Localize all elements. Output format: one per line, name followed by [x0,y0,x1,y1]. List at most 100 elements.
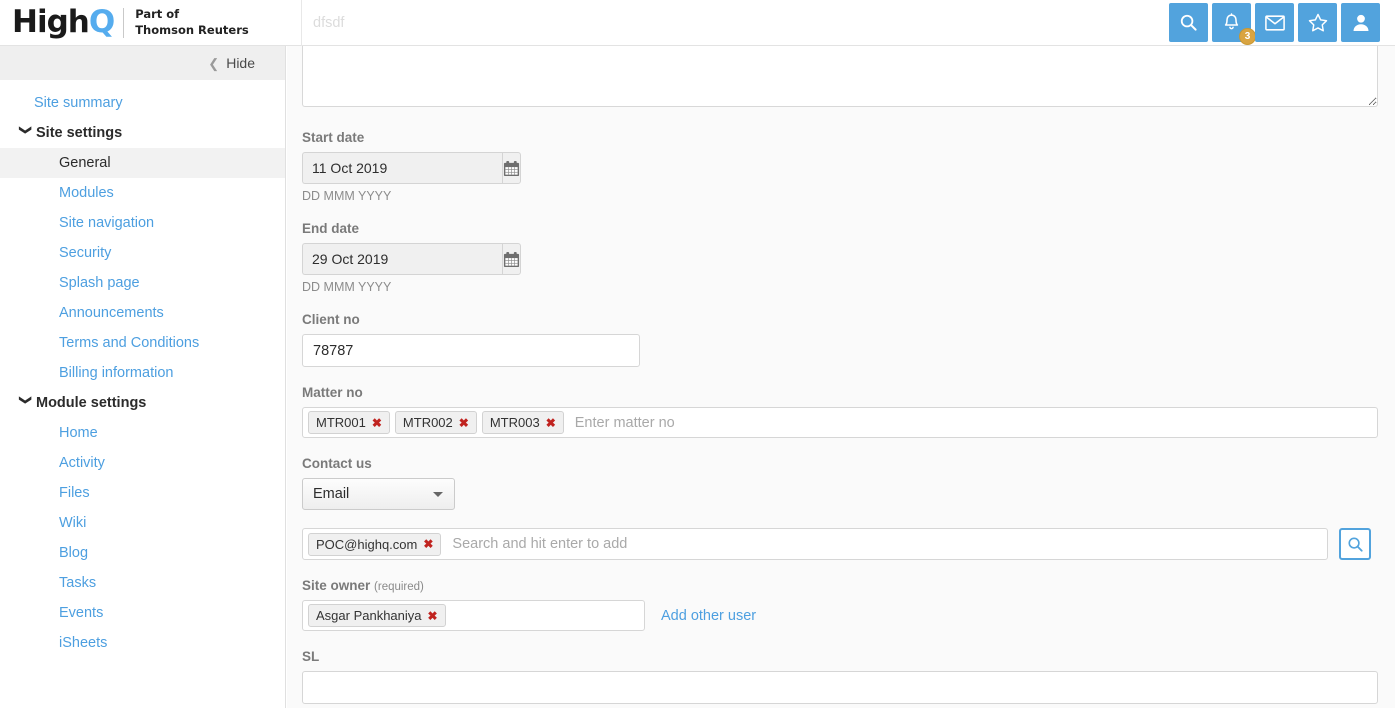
star-icon [1308,13,1328,32]
end-date-field: End date [302,221,1378,294]
contact-chip: POC@highq.com ✖ [308,533,441,556]
calendar-icon [503,160,520,177]
tagline-line-1: Part of [135,7,249,23]
chevron-left-icon: ❮ [208,57,219,70]
notifications-button[interactable]: 3 [1212,3,1251,42]
site-owner-row: Asgar Pankhaniya ✖ Add other user [302,600,1378,631]
header-icon-group: 3 [1169,3,1395,42]
contact-chip-input[interactable]: POC@highq.com ✖ Search and hit enter to … [302,528,1328,560]
sidebar-item-tasks[interactable]: Tasks [0,568,285,598]
contact-us-select[interactable]: Email [302,478,455,510]
tagline-line-2: Thomson Reuters [135,23,249,39]
sidebar-item-isheets[interactable]: iSheets [0,628,285,658]
client-no-input[interactable] [302,334,640,367]
contact-search-button[interactable] [1339,528,1371,560]
matter-chip-label: MTR002 [403,415,453,430]
remove-chip-icon[interactable]: ✖ [546,417,556,429]
start-date-input[interactable] [302,152,502,184]
search-icon-button[interactable] [1169,3,1208,42]
sidebar-group-site-settings[interactable]: ❯ Site settings [0,118,285,148]
contact-search-row: POC@highq.com ✖ Search and hit enter to … [302,528,1378,560]
site-owner-label: Site owner (required) [302,578,1378,593]
site-owner-required-text: (required) [374,581,424,593]
matter-no-placeholder: Enter matter no [569,415,1372,431]
matter-chip: MTR001 ✖ [308,411,390,434]
end-date-label: End date [302,221,1378,236]
matter-chip: MTR003 ✖ [482,411,564,434]
logo-tagline: Part of Thomson Reuters [135,7,249,38]
sidebar-item-wiki[interactable]: Wiki [0,508,285,538]
site-owner-field: Site owner (required) Asgar Pankhaniya ✖… [302,578,1378,631]
notification-badge: 3 [1239,28,1256,45]
start-date-group [302,152,509,184]
start-date-calendar-button[interactable] [502,152,521,184]
sidebar-item-files[interactable]: Files [0,478,285,508]
matter-chip: MTR002 ✖ [395,411,477,434]
main-content-area: Start date [287,46,1395,708]
sidebar-group-module-settings[interactable]: ❯ Module settings [0,388,285,418]
add-other-user-link[interactable]: Add other user [661,608,756,624]
matter-no-field: Matter no MTR001 ✖ MTR002 ✖ MTR003 ✖ Ent… [302,385,1378,438]
sidebar-item-events[interactable]: Events [0,598,285,628]
mail-icon [1265,15,1285,31]
logo-q-glyph: Q [89,7,114,38]
chevron-down-icon [433,492,443,497]
sidebar-hide-button[interactable]: ❮ Hide [0,46,285,80]
sidebar-item-announcements[interactable]: Announcements [0,298,285,328]
owner-chip-label: Asgar Pankhaniya [316,608,422,623]
end-date-hint: DD MMM YYYY [302,280,1378,294]
sidebar-group-label: Module settings [36,395,146,411]
site-owner-chip-input[interactable]: Asgar Pankhaniya ✖ [302,600,645,631]
sidebar-item-terms-and-conditions[interactable]: Terms and Conditions [0,328,285,358]
description-textarea[interactable] [302,46,1378,107]
sidebar-item-billing-information[interactable]: Billing information [0,358,285,388]
sidebar-item-general[interactable]: General [0,148,285,178]
remove-chip-icon[interactable]: ✖ [459,417,469,429]
sidebar-item-site-navigation[interactable]: Site navigation [0,208,285,238]
sidebar-item-site-summary[interactable]: Site summary [0,88,285,118]
account-button[interactable] [1341,3,1380,42]
remove-chip-icon[interactable]: ✖ [372,417,382,429]
site-owner-label-text: Site owner [302,578,370,593]
sidebar-hide-label: Hide [226,55,255,71]
search-icon [1347,536,1364,553]
messages-button[interactable] [1255,3,1294,42]
sl-input[interactable] [302,671,1378,704]
chevron-down-icon: ❯ [19,125,33,141]
brand-logo[interactable]: HighQ Part of Thomson Reuters [0,0,302,46]
chevron-down-icon: ❯ [19,395,33,411]
start-date-label: Start date [302,130,1378,145]
sidebar-item-modules[interactable]: Modules [0,178,285,208]
sidebar-item-blog[interactable]: Blog [0,538,285,568]
sidebar-item-splash-page[interactable]: Splash page [0,268,285,298]
calendar-icon [503,251,520,268]
contact-us-selected-value: Email [313,486,349,502]
contact-search-placeholder: Search and hit enter to add [446,536,1322,552]
favourites-button[interactable] [1298,3,1337,42]
sidebar-group-label: Site settings [36,125,122,141]
search-icon [1179,13,1198,32]
matter-no-chip-input[interactable]: MTR001 ✖ MTR002 ✖ MTR003 ✖ Enter matter … [302,407,1378,438]
matter-chip-label: MTR003 [490,415,540,430]
contact-chip-label: POC@highq.com [316,537,417,552]
matter-chip-label: MTR001 [316,415,366,430]
sidebar-item-security[interactable]: Security [0,238,285,268]
logo-wordmark: HighQ [12,7,114,38]
owner-chip: Asgar Pankhaniya ✖ [308,604,446,627]
end-date-input[interactable] [302,243,502,275]
logo-divider [123,8,124,38]
header-ghost-text: dfsdf [313,15,344,31]
remove-chip-icon[interactable]: ✖ [423,538,433,550]
sidebar-item-activity[interactable]: Activity [0,448,285,478]
user-icon [1352,13,1370,32]
sidebar-item-home[interactable]: Home [0,418,285,448]
header-search-zone[interactable]: dfsdf [302,0,1169,46]
remove-chip-icon[interactable]: ✖ [428,610,438,622]
site-settings-form: Start date [287,46,1395,704]
top-header-bar: HighQ Part of Thomson Reuters dfsdf 3 [0,0,1395,46]
start-date-hint: DD MMM YYYY [302,189,1378,203]
end-date-calendar-button[interactable] [502,243,521,275]
client-no-label: Client no [302,312,1378,327]
left-sidebar: ❮ Hide Site summary ❯ Site settings Gene… [0,46,286,708]
sidebar-nav: Site summary ❯ Site settings General Mod… [0,80,285,658]
